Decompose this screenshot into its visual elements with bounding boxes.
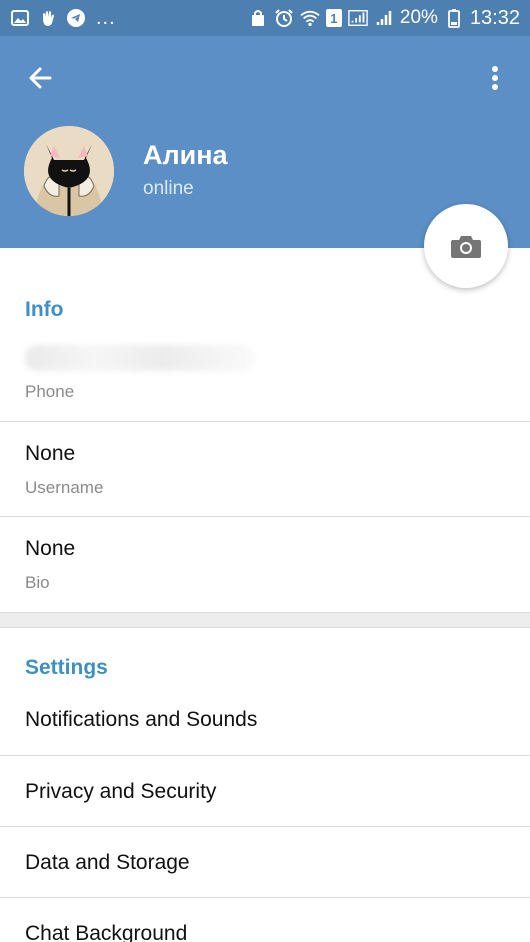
battery-percent: 20% [399, 7, 438, 28]
camera-icon [451, 236, 481, 258]
phone-value-redacted [25, 345, 255, 371]
profile-status: online [143, 178, 194, 199]
more-options-button[interactable] [478, 60, 512, 96]
more-notifications-indicator: ... [96, 7, 116, 29]
status-bar: ... 1 20% 13:32 [0, 0, 530, 36]
back-button[interactable] [22, 60, 58, 96]
settings-item-data-storage[interactable]: Data and Storage [0, 827, 530, 897]
settings-item-chat-background[interactable]: Chat Background [0, 898, 530, 942]
set-photo-button[interactable] [424, 204, 508, 288]
alarm-icon [274, 8, 294, 28]
settings-item-label: Chat Background [25, 922, 188, 942]
profile-name: Алина [143, 140, 228, 170]
signal-icon [348, 8, 368, 28]
telegram-icon [66, 8, 86, 28]
username-label: Username [25, 478, 104, 497]
settings-item-privacy[interactable]: Privacy and Security [0, 756, 530, 826]
arrow-left-icon [29, 67, 52, 89]
settings-section-title: Settings [25, 656, 108, 679]
info-section-title: Info [25, 298, 64, 321]
phone-label: Phone [25, 382, 75, 401]
username-row[interactable]: None Username [0, 422, 530, 516]
username-value: None [25, 442, 76, 465]
settings-item-label: Notifications and Sounds [25, 708, 258, 731]
settings-item-notifications[interactable]: Notifications and Sounds [0, 686, 530, 756]
bio-label: Bio [25, 573, 50, 592]
wifi-icon [300, 8, 320, 28]
settings-item-label: Data and Storage [25, 851, 190, 874]
more-vertical-icon [492, 66, 498, 90]
settings-item-label: Privacy and Security [25, 780, 217, 803]
phone-row[interactable]: Phone [0, 330, 530, 421]
gallery-icon [10, 8, 30, 28]
avatar[interactable] [24, 126, 114, 216]
battery-icon [444, 8, 464, 28]
section-separator [0, 612, 530, 628]
bio-row[interactable]: None Bio [0, 517, 530, 611]
battery-lock-icon [248, 8, 268, 28]
hand-icon [38, 8, 58, 28]
bio-value: None [25, 537, 76, 560]
sim-badge: 1 [325, 9, 342, 27]
clock: 13:32 [469, 6, 520, 29]
signal-bars-icon [374, 8, 394, 28]
